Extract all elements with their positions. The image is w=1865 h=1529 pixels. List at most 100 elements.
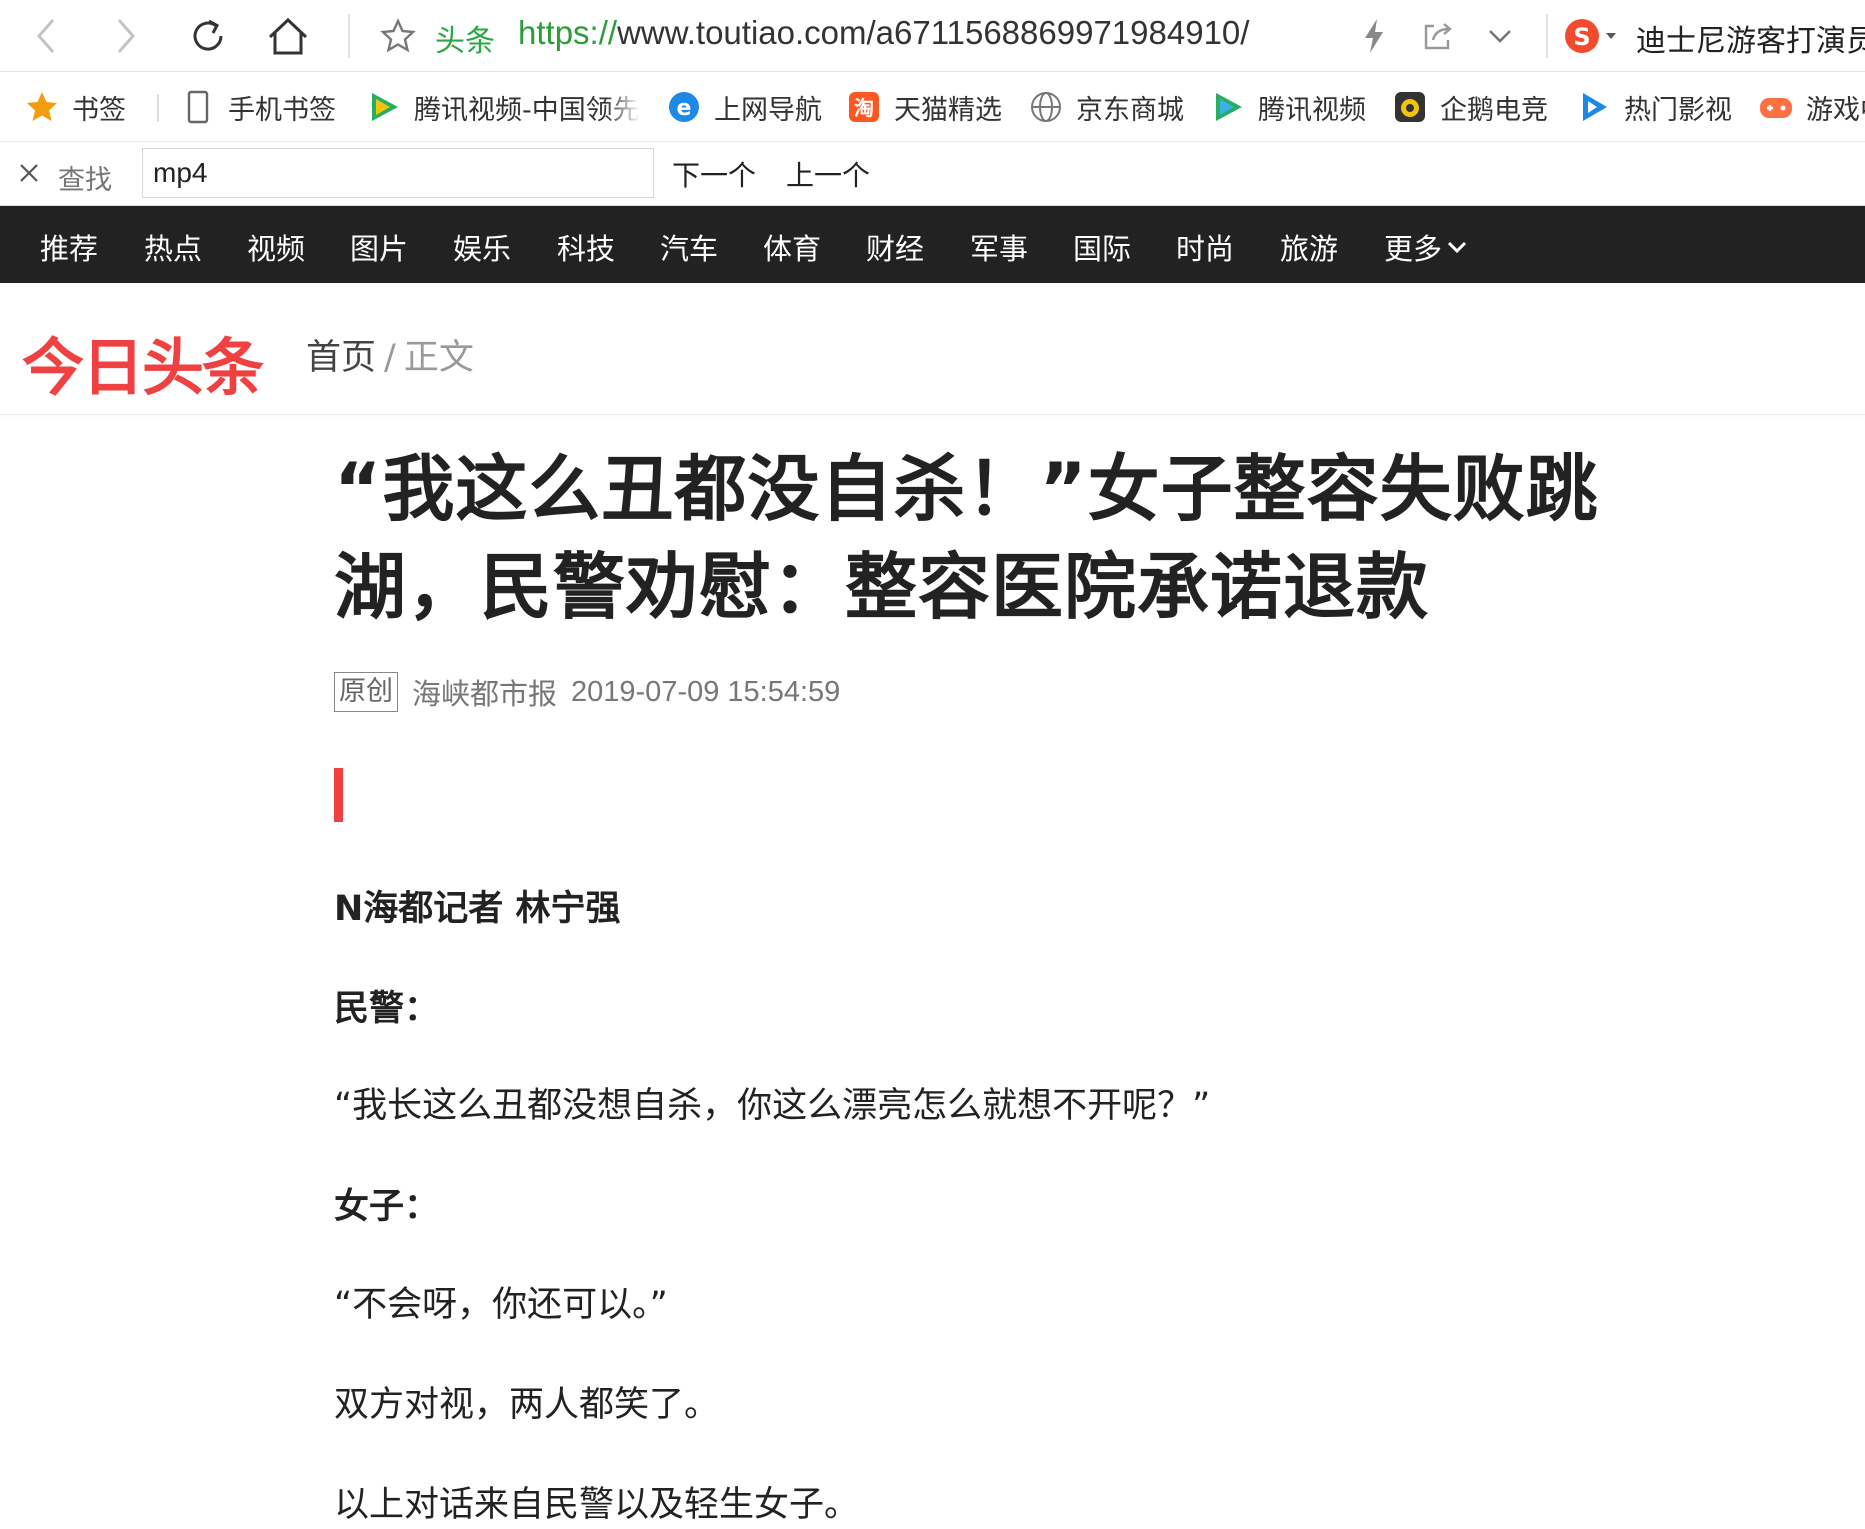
chevron-left-icon [37,19,55,53]
bookmark-label: 腾讯视频 [1258,94,1366,126]
svg-text:e: e [677,96,692,121]
bookmarks-bar: 书签 手机书签 腾讯视频-中国领先 e 上网导航 淘 天猫精选 京东商城 腾讯视… [0,72,1865,142]
tencent-video-icon [366,89,402,125]
bookmark-label: 京东商城 [1076,94,1184,126]
nav-tab-more[interactable]: 更多 [1384,226,1468,268]
toutiao-logo[interactable]: 今日头条 [22,317,264,407]
address-bar: 头条 https://www.toutiao.com/a671156886997… [0,0,1865,72]
favorite-button[interactable] [370,10,426,62]
bookmark-label: 热门影视 [1624,94,1732,126]
url-scheme: https:// [518,14,618,51]
find-input[interactable] [142,148,654,198]
bookmark-web-nav[interactable]: e 上网导航 [666,84,822,130]
lightning-icon [1365,19,1383,53]
svg-text:淘: 淘 [854,96,874,120]
search-engine-button[interactable]: S [1556,10,1626,62]
tencent-video-icon [1210,89,1246,125]
chevron-right-icon [117,19,135,53]
article-meta: 原创 海峡都市报 2019-07-09 15:54:59 [334,672,840,712]
find-label: 查找 [58,165,112,196]
bookmark-label: 游戏中 [1806,94,1865,126]
accent-bar [334,768,343,822]
bookmark-bookmarks[interactable]: 书签 [24,84,126,130]
bookmark-tencent-video-china[interactable]: 腾讯视频-中国领先 [366,84,640,130]
nav-tab-sports[interactable]: 体育 [763,226,821,268]
nav-tab-images[interactable]: 图片 [350,226,408,268]
bookmark-label: 天猫精选 [894,94,1002,126]
nav-tab-recommend[interactable]: 推荐 [40,226,98,268]
chevron-down-icon [1447,241,1467,254]
search-suggestion[interactable]: 迪士尼游客打演员 [1636,16,1865,60]
toolbar-separator [1546,14,1548,58]
article-time: 2019-07-09 15:54:59 [571,675,841,708]
gamepad-icon [1758,89,1794,125]
find-close-button[interactable] [14,158,44,188]
star-outline-icon [380,18,416,53]
bookmark-divider [157,94,159,122]
home-icon [268,17,308,55]
sogou-icon: S [1565,19,1616,53]
nav-tab-video[interactable]: 视频 [247,226,305,268]
nav-tab-entertainment[interactable]: 娱乐 [453,226,511,268]
article-title: “我这么丑都没自杀！”女子整容失败跳湖，民警劝慰：整容医院承诺退款 [334,447,1599,629]
article-paragraph: 民警： [334,989,440,1029]
reload-icon [193,19,223,51]
nav-tab-auto[interactable]: 汽车 [660,226,718,268]
home-button[interactable] [260,10,316,62]
url-path: www.toutiao.com/a6711568869971984910/ [617,14,1250,51]
back-button[interactable] [18,10,74,62]
breadcrumb-home[interactable]: 首页 [306,338,376,378]
nav-tab-fashion[interactable]: 时尚 [1176,226,1234,268]
nav-tab-hot[interactable]: 热点 [144,226,202,268]
share-icon [1424,23,1452,50]
share-button[interactable] [1410,10,1466,62]
bookmark-penguin-esports[interactable]: 企鹅电竞 [1392,84,1548,130]
article-paragraph: “我长这么丑都没想自杀，你这么漂亮怎么就想不开呢？” [334,1086,1211,1126]
svg-text:S: S [1573,23,1590,51]
nav-tab-military[interactable]: 军事 [970,226,1028,268]
bookmark-mobile[interactable]: 手机书签 [180,84,336,130]
article-paragraph: 女子： [334,1187,440,1227]
nav-tab-finance[interactable]: 财经 [866,226,924,268]
nav-more-label: 更多 [1384,232,1443,266]
breadcrumb-current: 正文 [403,338,474,378]
bookmark-label: 手机书签 [228,94,336,126]
history-dropdown-button[interactable] [1472,10,1528,62]
ie-icon: e [666,89,702,125]
article-source[interactable]: 海峡都市报 [412,671,557,713]
nav-tab-travel[interactable]: 旅游 [1280,226,1338,268]
article-paragraph: 以上对话来自民警以及轻生女子。 [334,1485,860,1525]
toolbar-separator [348,14,350,58]
chevron-down-icon [1489,30,1511,43]
article: “我这么丑都没自杀！”女子整容失败跳湖，民警劝慰：整容医院承诺退款 原创 海峡都… [334,440,1734,1525]
nav-tab-international[interactable]: 国际 [1073,226,1131,268]
site-name-label: 头条 [435,24,495,59]
breadcrumb-separator: / [384,338,396,378]
tmall-icon: 淘 [846,89,882,125]
original-badge: 原创 [334,672,398,712]
find-prev-button[interactable]: 上一个 [786,154,870,194]
nav-tab-tech[interactable]: 科技 [557,226,615,268]
bookmark-jd[interactable]: 京东商城 [1028,84,1184,130]
article-paragraph: N海都记者 林宁强 [334,889,621,929]
bookmark-label: 上网导航 [714,94,822,126]
url-field[interactable]: https://www.toutiao.com/a671156886997198… [518,14,1249,52]
bookmark-label: 企鹅电竞 [1440,94,1548,126]
close-icon [20,164,38,182]
find-bar: 查找 下一个 上一个 [0,142,1865,206]
article-paragraph: 双方对视，两人都笑了。 [334,1385,720,1425]
bookmark-label: 书签 [72,94,126,126]
star-icon [24,89,60,125]
find-next-button[interactable]: 下一个 [672,154,756,194]
bookmark-popular-movies[interactable]: 热门影视 [1576,84,1732,130]
reload-button[interactable] [180,10,236,62]
penguin-esports-icon [1392,89,1428,125]
speed-mode-button[interactable] [1346,10,1402,62]
bookmark-tencent-video[interactable]: 腾讯视频 [1210,84,1366,130]
play-icon [1576,89,1612,125]
site-header: 今日头条 首页 / 正文 [0,283,1865,415]
bookmark-tmall[interactable]: 淘 天猫精选 [846,84,1002,130]
bookmark-games[interactable]: 游戏中 [1758,84,1865,130]
site-nav: 推荐 热点 视频 图片 娱乐 科技 汽车 体育 财经 军事 国际 时尚 旅游 更… [0,206,1865,283]
forward-button[interactable] [98,10,154,62]
